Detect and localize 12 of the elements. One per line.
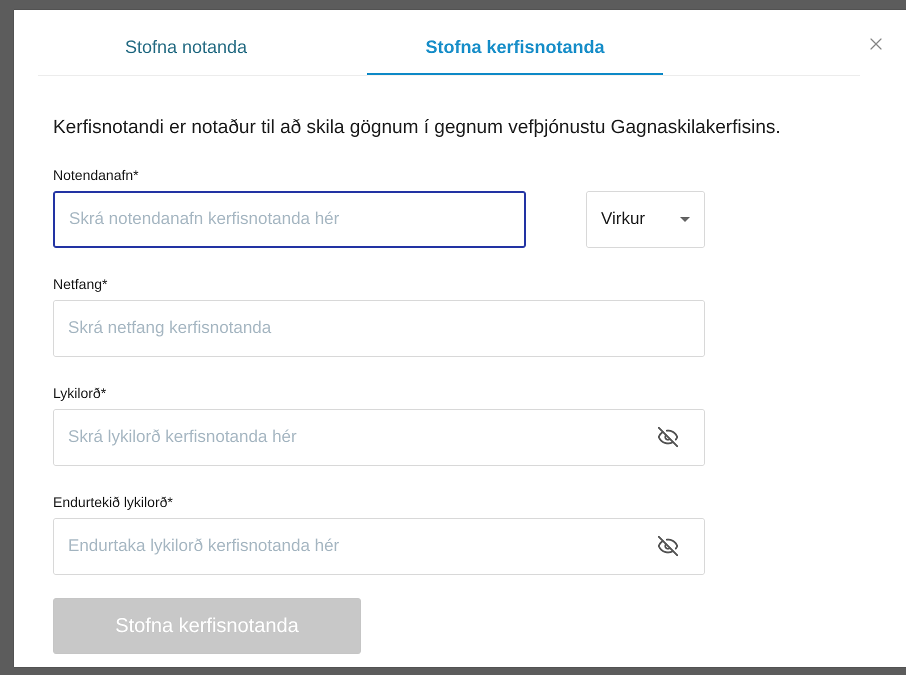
description: Kerfisnotandi er notaður til að skila gögnum í gegnum vefþjónustu Gagnaskilakerfisins. (53, 116, 782, 140)
input-field[interactable]: Skrá notendanafn kerfisnotanda hér (53, 190, 526, 248)
status-select[interactable]: Virkur (586, 190, 705, 248)
field-label: Netfang* (53, 274, 108, 294)
eye-off-icon[interactable] (657, 534, 679, 556)
field-label: Endurtekið lykilorð* (53, 492, 174, 512)
tab[interactable]: Stofna kerfisnotanda (367, 34, 663, 75)
tab[interactable]: Stofna notanda (38, 34, 334, 75)
field-label: Notendanafn* (53, 166, 140, 184)
eye-off-icon[interactable] (657, 426, 679, 448)
field-label: Lykilorð* (53, 384, 108, 403)
caret-icon (680, 216, 690, 222)
